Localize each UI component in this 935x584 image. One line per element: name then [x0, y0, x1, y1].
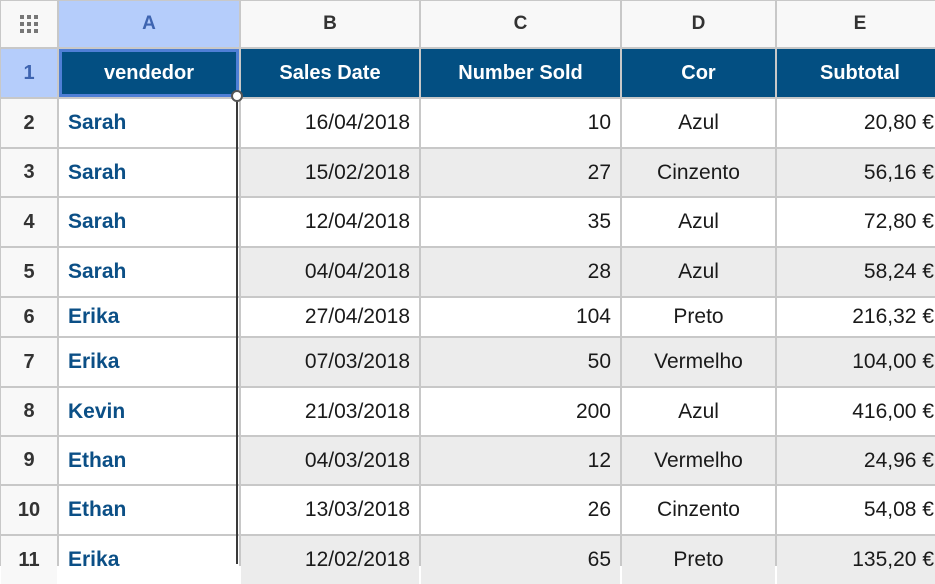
row-header-4[interactable]: 4: [1, 198, 57, 246]
cell-vendedor[interactable]: Sarah: [59, 149, 239, 196]
cell-number-sold[interactable]: 12: [421, 437, 620, 484]
cell-sales-date[interactable]: 15/02/2018: [241, 149, 419, 196]
sheet-grid: A B C D E 1 vendedor Sales Date Number S…: [0, 0, 935, 584]
cell-subtotal[interactable]: 216,32 €: [777, 298, 935, 336]
cell-sales-date[interactable]: 13/03/2018: [241, 486, 419, 534]
header-cell-vendedor[interactable]: vendedor: [59, 49, 239, 97]
cell-cor[interactable]: Azul: [622, 248, 775, 296]
cell-vendedor[interactable]: Ethan: [59, 486, 239, 534]
cell-cor[interactable]: Preto: [622, 536, 775, 584]
header-cell-number-sold[interactable]: Number Sold: [421, 49, 620, 97]
cell-sales-date[interactable]: 12/02/2018: [241, 536, 419, 584]
cell-cor[interactable]: Cinzento: [622, 149, 775, 196]
cell-subtotal[interactable]: 58,24 €: [777, 248, 935, 296]
cell-number-sold[interactable]: 10: [421, 99, 620, 147]
cell-vendedor[interactable]: Sarah: [59, 99, 239, 147]
column-header-e[interactable]: E: [777, 1, 935, 47]
row-header-6[interactable]: 6: [1, 298, 57, 336]
row-header-10[interactable]: 10: [1, 486, 57, 534]
cell-vendedor[interactable]: Sarah: [59, 198, 239, 246]
column-header-a[interactable]: A: [59, 1, 239, 47]
spreadsheet: A B C D E 1 vendedor Sales Date Number S…: [0, 0, 935, 584]
selection-border: [236, 95, 238, 564]
row-header-9[interactable]: 9: [1, 437, 57, 484]
cell-sales-date[interactable]: 16/04/2018: [241, 99, 419, 147]
cell-subtotal[interactable]: 135,20 €: [777, 536, 935, 584]
row-header-5[interactable]: 5: [1, 248, 57, 296]
cell-cor[interactable]: Azul: [622, 198, 775, 246]
cell-number-sold[interactable]: 50: [421, 338, 620, 386]
cell-sales-date[interactable]: 21/03/2018: [241, 388, 419, 435]
row-header-7[interactable]: 7: [1, 338, 57, 386]
column-header-c[interactable]: C: [421, 1, 620, 47]
cell-number-sold[interactable]: 35: [421, 198, 620, 246]
cell-cor[interactable]: Vermelho: [622, 437, 775, 484]
cell-cor[interactable]: Azul: [622, 388, 775, 435]
cell-number-sold[interactable]: 104: [421, 298, 620, 336]
row-header-3[interactable]: 3: [1, 149, 57, 196]
cell-vendedor[interactable]: Kevin: [59, 388, 239, 435]
cell-cor[interactable]: Cinzento: [622, 486, 775, 534]
cell-subtotal[interactable]: 54,08 €: [777, 486, 935, 534]
cell-sales-date[interactable]: 04/03/2018: [241, 437, 419, 484]
cell-sales-date[interactable]: 04/04/2018: [241, 248, 419, 296]
header-cell-subtotal[interactable]: Subtotal: [777, 49, 935, 97]
cell-sales-date[interactable]: 07/03/2018: [241, 338, 419, 386]
row-header-2[interactable]: 2: [1, 99, 57, 147]
cell-number-sold[interactable]: 200: [421, 388, 620, 435]
cell-sales-date[interactable]: 27/04/2018: [241, 298, 419, 336]
cell-subtotal[interactable]: 72,80 €: [777, 198, 935, 246]
select-all-corner[interactable]: [1, 1, 57, 47]
cell-subtotal[interactable]: 56,16 €: [777, 149, 935, 196]
cell-number-sold[interactable]: 26: [421, 486, 620, 534]
header-cell-sales-date[interactable]: Sales Date: [241, 49, 419, 97]
cell-sales-date[interactable]: 12/04/2018: [241, 198, 419, 246]
row-header-11[interactable]: 11: [1, 536, 57, 584]
cell-vendedor[interactable]: Sarah: [59, 248, 239, 296]
row-header-1[interactable]: 1: [1, 49, 57, 97]
cell-vendedor[interactable]: Ethan: [59, 437, 239, 484]
selection-resize-handle[interactable]: [231, 90, 243, 102]
cell-subtotal[interactable]: 20,80 €: [777, 99, 935, 147]
cell-subtotal[interactable]: 104,00 €: [777, 338, 935, 386]
cell-cor[interactable]: Preto: [622, 298, 775, 336]
cell-vendedor[interactable]: Erika: [59, 536, 239, 584]
cell-number-sold[interactable]: 28: [421, 248, 620, 296]
cell-cor[interactable]: Azul: [622, 99, 775, 147]
cell-number-sold[interactable]: 27: [421, 149, 620, 196]
select-all-grid-icon: [20, 15, 38, 33]
column-header-b[interactable]: B: [241, 1, 419, 47]
cell-subtotal[interactable]: 416,00 €: [777, 388, 935, 435]
row-header-8[interactable]: 8: [1, 388, 57, 435]
header-cell-cor[interactable]: Cor: [622, 49, 775, 97]
column-header-d[interactable]: D: [622, 1, 775, 47]
cell-subtotal[interactable]: 24,96 €: [777, 437, 935, 484]
cell-cor[interactable]: Vermelho: [622, 338, 775, 386]
cell-vendedor[interactable]: Erika: [59, 338, 239, 386]
cell-number-sold[interactable]: 65: [421, 536, 620, 584]
cell-vendedor[interactable]: Erika: [59, 298, 239, 336]
